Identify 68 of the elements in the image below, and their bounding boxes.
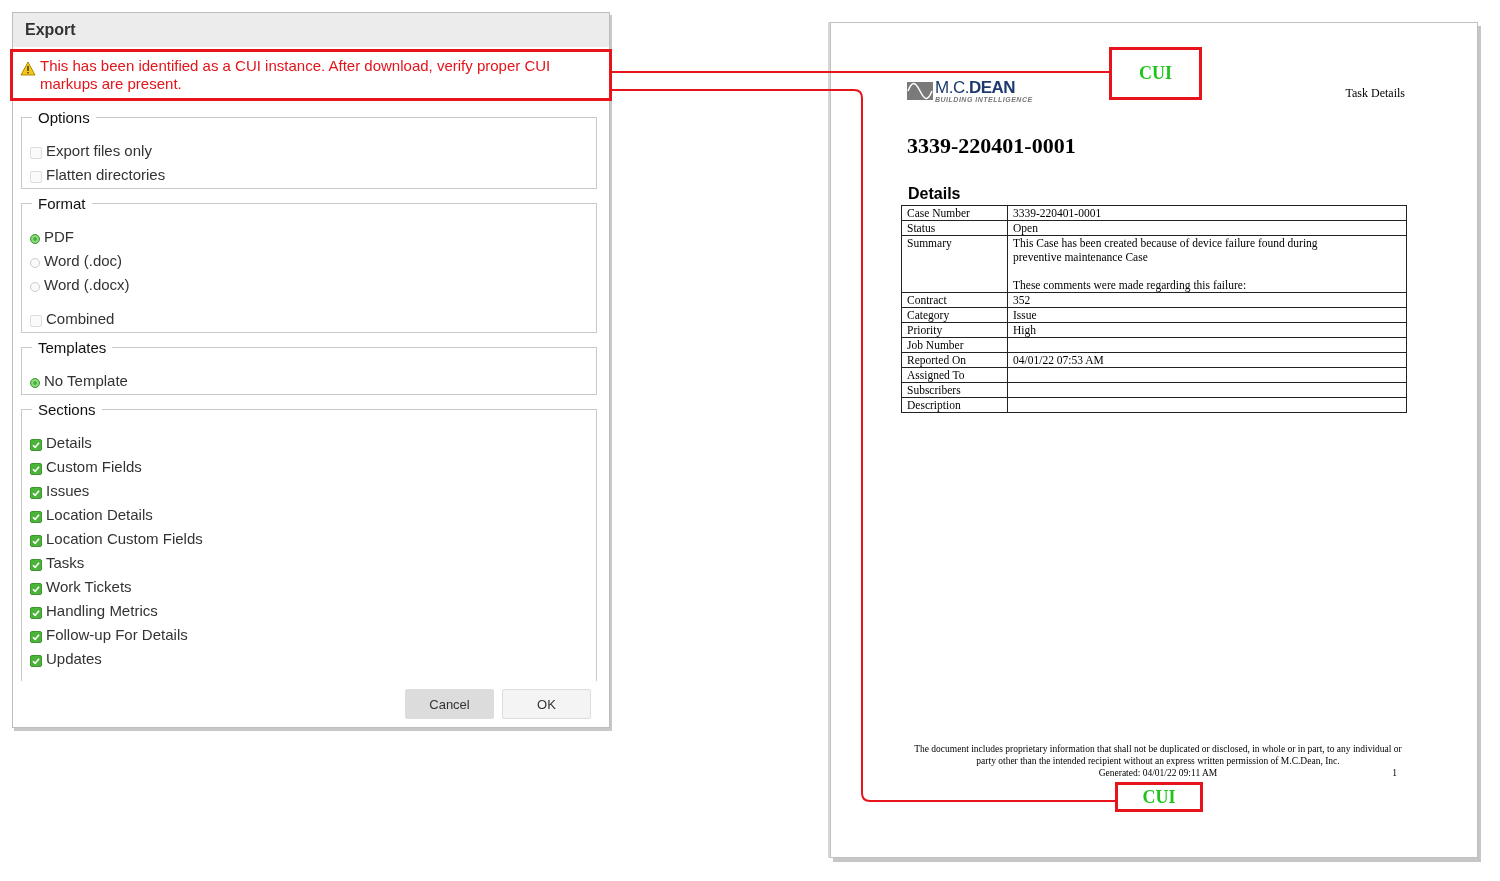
logo-wordmark: M.C.DEAN xyxy=(935,79,1017,96)
radio-button[interactable] xyxy=(30,234,40,244)
table-cell: Category xyxy=(901,307,1008,323)
option-label: Details xyxy=(46,434,92,452)
generated-date: Generated: 04/01/22 09:11 AM xyxy=(1098,767,1218,779)
option-label: Flatten directories xyxy=(46,166,166,184)
checkbox[interactable] xyxy=(30,463,42,475)
option-label: No Template xyxy=(44,372,128,390)
option-label: Updates xyxy=(46,650,102,668)
checkbox[interactable] xyxy=(30,631,42,643)
checkbox[interactable] xyxy=(30,559,42,571)
option-label: Word (.docx) xyxy=(44,276,130,294)
table-cell: Case Number xyxy=(901,205,1008,221)
table-cell: Status xyxy=(901,220,1008,236)
cui-marking: CUI xyxy=(1115,782,1203,812)
option-label: Export files only xyxy=(46,142,152,160)
group-legend: Format xyxy=(32,195,92,212)
group-legend: Sections xyxy=(32,401,102,418)
table-cell: Description xyxy=(901,397,1008,413)
checkbox[interactable] xyxy=(30,535,42,547)
section-heading: Details xyxy=(908,185,962,203)
table-cell: 3339-220401-0001 xyxy=(1007,205,1407,221)
option-label: Combined xyxy=(46,310,115,328)
sine-wave-logo-icon xyxy=(907,82,933,100)
table-cell: Contract xyxy=(901,292,1008,308)
option-label: Follow-up For Details xyxy=(46,626,188,644)
checkbox[interactable] xyxy=(30,487,42,499)
radio-button[interactable] xyxy=(30,282,40,292)
cancel-button[interactable]: Cancel xyxy=(405,689,494,719)
header-label: Task Details xyxy=(1345,86,1405,101)
table-cell: Open xyxy=(1007,220,1407,236)
table-cell: High xyxy=(1007,322,1407,338)
option-label: PDF xyxy=(44,228,74,246)
cui-marking: CUI xyxy=(1109,47,1202,100)
checkbox[interactable] xyxy=(30,439,42,451)
document-title: 3339-220401-0001 xyxy=(907,133,1077,159)
dialog-title: Export xyxy=(13,13,609,47)
table-cell: Summary xyxy=(901,235,1008,293)
warning-message: This has been identified as a CUI instance. After download, verify proper CUI markups are present. xyxy=(40,57,552,93)
checkbox[interactable] xyxy=(30,511,42,523)
option-label: Tasks xyxy=(46,554,85,572)
table-cell: This Case has been created because of device failure found during preventive maintenance Case These comments were made regarding this failure: xyxy=(1007,235,1407,293)
group-legend: Templates xyxy=(32,339,113,356)
option-label: Handling Metrics xyxy=(46,602,158,620)
option-label: Custom Fields xyxy=(46,458,142,476)
footer-notice: The document includes proprietary information that shall not be duplicated or disclosed, in whole or in part, to any individual or party other than the intended recipient without an express written permission of M.C.Dean, Inc. xyxy=(913,743,1403,767)
table-cell: Subscribers xyxy=(901,382,1008,398)
table-cell: Reported On xyxy=(901,352,1008,368)
option-label: Location Details xyxy=(46,506,153,524)
checkbox[interactable] xyxy=(30,583,42,595)
page-number: 1 xyxy=(1392,767,1397,779)
option-label: Work Tickets xyxy=(46,578,132,596)
table-cell: Assigned To xyxy=(901,367,1008,383)
option-label: Location Custom Fields xyxy=(46,530,203,548)
table-cell: Job Number xyxy=(901,337,1008,353)
checkbox[interactable] xyxy=(30,607,42,619)
table-cell: 04/01/22 07:53 AM xyxy=(1007,352,1407,368)
table-cell: 352 xyxy=(1007,292,1407,308)
group-legend: Options xyxy=(32,109,96,126)
table-cell: Priority xyxy=(901,322,1008,338)
ok-button[interactable]: OK xyxy=(502,689,591,719)
option-label: Issues xyxy=(46,482,90,500)
radio-button[interactable] xyxy=(30,378,40,388)
radio-button[interactable] xyxy=(30,258,40,268)
checkbox[interactable] xyxy=(30,655,42,667)
option-label: Word (.doc) xyxy=(44,252,123,270)
table-cell: Issue xyxy=(1007,307,1407,323)
warning-icon xyxy=(20,61,36,76)
